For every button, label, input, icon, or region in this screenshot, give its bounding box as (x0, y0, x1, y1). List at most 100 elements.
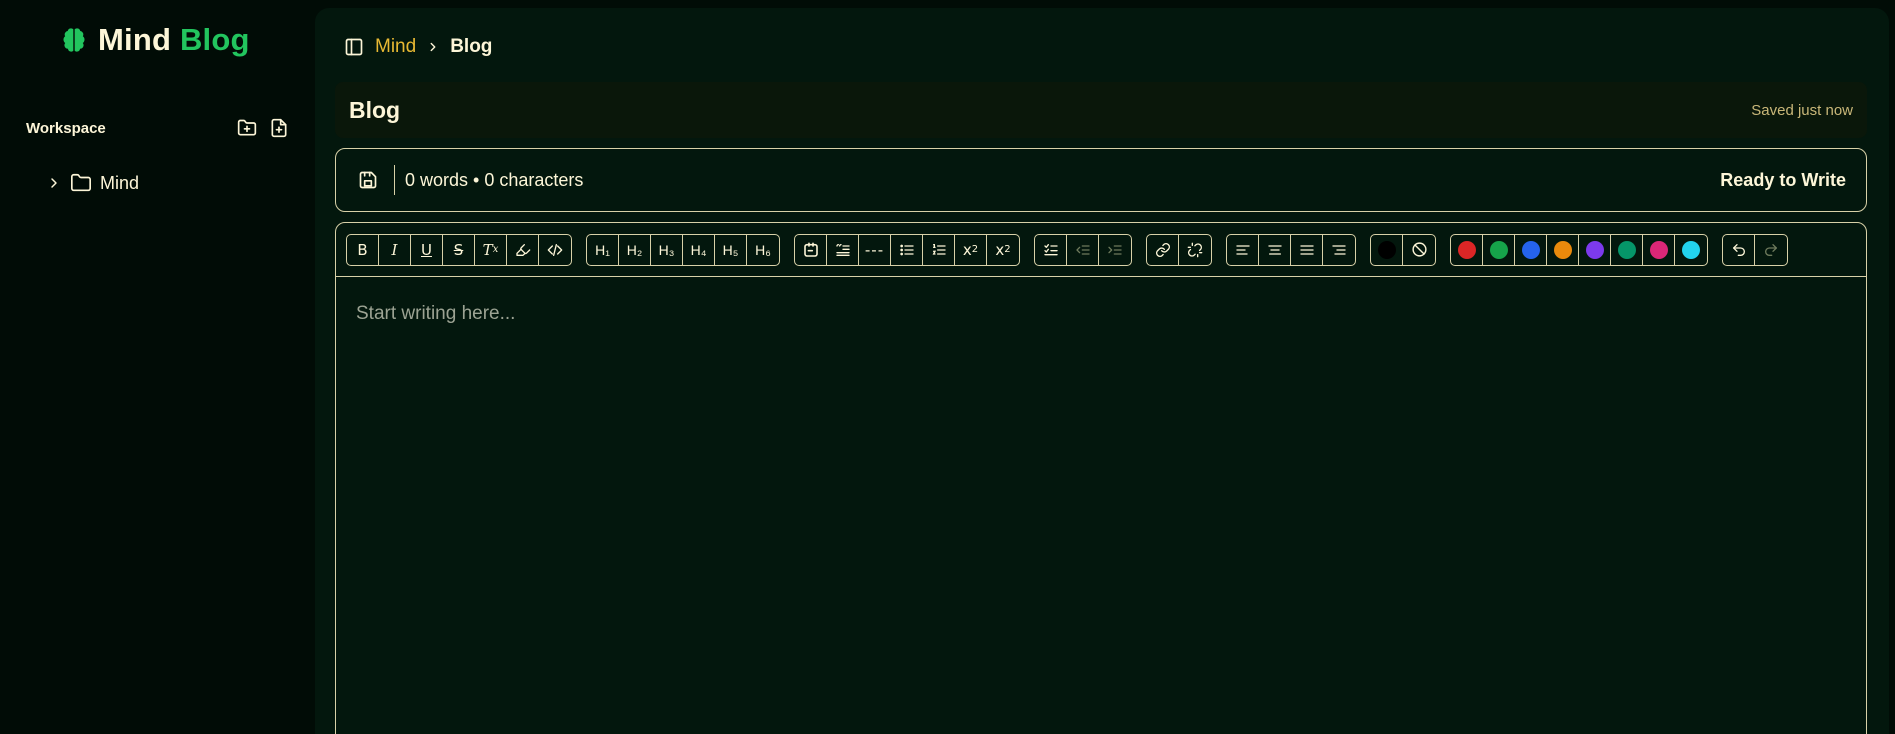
redo-icon (1765, 243, 1777, 256)
heading-5-button[interactable]: H₅ (715, 234, 747, 265)
color-teal-button[interactable] (1611, 234, 1643, 265)
align-center-icon (1267, 244, 1282, 255)
blockquote-button[interactable] (827, 234, 859, 265)
strikethrough-button[interactable]: S (443, 234, 475, 265)
sidebar-toggle-icon (345, 38, 363, 56)
ordered-list-button[interactable] (923, 234, 955, 265)
editor-content[interactable]: Start writing here... (336, 277, 1866, 351)
ready-status: Ready to Write (1720, 169, 1846, 190)
color-blue-button[interactable] (1515, 234, 1547, 265)
ordered-list-icon (932, 243, 946, 255)
tree-item-mind[interactable]: Mind (46, 170, 139, 196)
color-red-button[interactable] (1451, 234, 1483, 265)
clear-format-button[interactable]: Tx (475, 234, 507, 265)
underline-button[interactable]: U (411, 234, 443, 265)
align-group (1226, 233, 1356, 266)
task-group (1034, 233, 1132, 266)
workspace-actions (236, 117, 290, 139)
no-color-icon (1411, 242, 1427, 257)
bullet-list-button[interactable] (891, 234, 923, 265)
toggle-sidebar-button[interactable] (343, 36, 365, 58)
heading-6-button[interactable]: H₆ (747, 235, 779, 265)
heading-4-button[interactable]: H₄ (683, 234, 715, 265)
align-right-icon (1332, 244, 1346, 255)
unlink-button[interactable] (1179, 235, 1211, 265)
word-count: 0 words • 0 characters (405, 169, 584, 190)
outdent-button[interactable] (1067, 234, 1099, 265)
quote-icon (835, 243, 850, 256)
logo[interactable]: Mind Blog (60, 20, 250, 60)
text-color-black-button[interactable] (1371, 234, 1403, 265)
heading-group: H₁ H₂ H₃ H₄ H₅ H₆ (586, 233, 780, 266)
sidebar: Mind Blog Workspace Mind (0, 0, 315, 734)
logo-word-blog: Blog (179, 22, 250, 57)
color-pink-button[interactable] (1643, 234, 1675, 265)
highlighter-icon (515, 243, 530, 256)
divider (394, 165, 395, 195)
redo-button[interactable] (1755, 235, 1787, 265)
italic-button[interactable]: I (379, 234, 411, 265)
color-swatch (1377, 240, 1396, 259)
link-group (1146, 233, 1212, 266)
logo-text: Mind Blog (98, 22, 250, 58)
heading-3-button[interactable]: H₃ (651, 234, 683, 265)
undo-button[interactable] (1723, 234, 1755, 265)
saved-status: Saved just now (1751, 101, 1853, 119)
color-green-button[interactable] (1483, 234, 1515, 265)
heading-2-button[interactable]: H₂ (619, 234, 651, 265)
save-icon (359, 171, 377, 189)
new-file-button[interactable] (268, 117, 290, 139)
color-swatch (1585, 240, 1604, 259)
clear-color-button[interactable] (1403, 235, 1435, 265)
bullet-list-icon (899, 244, 914, 255)
link-button[interactable] (1147, 234, 1179, 265)
color-cyan-button[interactable] (1675, 235, 1707, 265)
color-swatch (1649, 240, 1668, 259)
breadcrumb-mind[interactable]: Mind (375, 36, 416, 58)
status-bar: 0 words • 0 characters Ready to Write (335, 148, 1867, 212)
workspace-header: Workspace (26, 116, 290, 140)
unlink-icon (1187, 242, 1203, 257)
subscript-button[interactable]: x2 (955, 234, 987, 265)
brain-icon (60, 25, 90, 55)
new-folder-button[interactable] (236, 117, 258, 139)
chevron-right-icon[interactable] (46, 175, 62, 191)
code-block-button[interactable] (795, 234, 827, 265)
format-group: B I U S Tx (346, 233, 572, 266)
task-list-button[interactable] (1035, 234, 1067, 265)
undo-icon (1732, 243, 1745, 256)
highlight-button[interactable] (507, 234, 539, 265)
folder-plus-icon (237, 119, 257, 136)
align-justify-icon (1299, 244, 1314, 255)
color-swatch (1489, 240, 1508, 259)
indent-button[interactable] (1099, 235, 1131, 265)
code-icon (547, 243, 563, 256)
block-group: --- x2 x2 (794, 233, 1020, 266)
align-right-button[interactable] (1323, 235, 1355, 265)
editor-placeholder: Start writing here... (356, 303, 516, 324)
heading-1-button[interactable]: H₁ (587, 234, 619, 265)
superscript-button[interactable]: x2 (987, 235, 1019, 265)
color-swatch (1617, 240, 1636, 259)
color-swatch (1553, 240, 1572, 259)
link-icon (1155, 242, 1170, 257)
folder-icon (71, 173, 91, 192)
align-center-button[interactable] (1259, 234, 1291, 265)
align-justify-button[interactable] (1291, 234, 1323, 265)
color-swatch (1521, 240, 1540, 259)
color-palette-group (1450, 233, 1708, 266)
document-title[interactable]: Blog (349, 97, 400, 124)
save-button[interactable] (356, 168, 380, 192)
bold-button[interactable]: B (347, 234, 379, 265)
breadcrumb-blog: Blog (450, 36, 493, 57)
document-header: Blog Saved just now (335, 82, 1867, 138)
main-panel: Mind Blog Blog Saved just now 0 words • … (315, 8, 1889, 734)
color-swatch (1457, 240, 1476, 259)
code-button[interactable] (539, 235, 571, 265)
color-purple-button[interactable] (1579, 234, 1611, 265)
color-orange-button[interactable] (1547, 234, 1579, 265)
align-left-button[interactable] (1227, 234, 1259, 265)
task-list-icon (1043, 243, 1058, 255)
horizontal-rule-button[interactable]: --- (859, 234, 891, 265)
align-left-icon (1235, 244, 1250, 255)
